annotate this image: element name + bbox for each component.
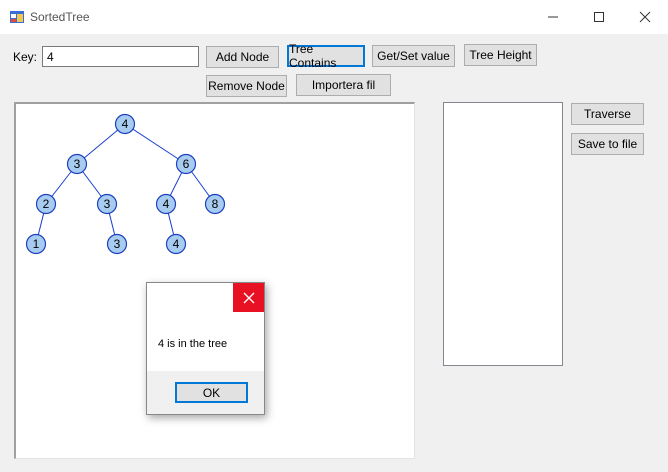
importera-fil-button[interactable]: Importera fil — [296, 74, 391, 96]
key-input[interactable] — [42, 46, 199, 67]
tree-node: 2 — [35, 193, 57, 215]
message-dialog: 4 is in the tree OK — [146, 282, 265, 415]
tree-node-value: 1 — [33, 237, 40, 251]
tree-node-value: 2 — [43, 197, 50, 211]
tree-contains-button[interactable]: Tree Contains — [287, 42, 365, 70]
minimize-button[interactable] — [530, 0, 576, 34]
tree-node: 4 — [155, 193, 177, 215]
dialog-message: 4 is in the tree — [158, 338, 228, 350]
tree-node-value: 3 — [74, 157, 81, 171]
tree-node-value: 8 — [212, 197, 219, 211]
tree-node-value: 3 — [114, 237, 121, 251]
maximize-button[interactable] — [576, 0, 622, 34]
app-window-icon — [10, 11, 24, 23]
tree-node-value: 4 — [163, 197, 170, 211]
window-title: SortedTree — [30, 10, 90, 24]
tree-node-value: 3 — [104, 197, 111, 211]
tree-node: 8 — [204, 193, 226, 215]
tree-node: 3 — [106, 233, 128, 255]
key-label: Key: — [13, 50, 38, 64]
maximize-icon — [594, 12, 604, 22]
ok-button[interactable]: OK — [175, 382, 248, 403]
tree-edge — [124, 123, 187, 165]
remove-node-button[interactable]: Remove Node — [206, 75, 287, 97]
minimize-icon — [548, 16, 558, 18]
close-window-button[interactable] — [622, 0, 668, 34]
traverse-button[interactable]: Traverse — [571, 103, 644, 125]
tree-node-value: 4 — [173, 237, 180, 251]
tree-node-value: 4 — [122, 117, 129, 131]
tree-node: 4 — [165, 233, 187, 255]
dialog-close-button[interactable] — [233, 283, 264, 312]
tree-node: 3 — [66, 153, 88, 175]
tree-node: 6 — [175, 153, 197, 175]
tree-node-value: 6 — [183, 157, 190, 171]
dialog-body: 4 is in the tree — [147, 283, 264, 371]
tree-node: 4 — [114, 113, 136, 135]
close-icon — [639, 11, 651, 23]
save-to-file-button[interactable]: Save to file — [571, 133, 644, 155]
tree-node: 1 — [25, 233, 47, 255]
add-node-button[interactable]: Add Node — [206, 46, 279, 68]
traverse-output-list[interactable] — [443, 102, 563, 366]
title-bar: SortedTree — [0, 0, 668, 34]
get-set-value-button[interactable]: Get/Set value — [372, 45, 455, 67]
tree-height-button[interactable]: Tree Height — [464, 44, 537, 66]
tree-node: 3 — [96, 193, 118, 215]
close-icon — [243, 292, 254, 303]
